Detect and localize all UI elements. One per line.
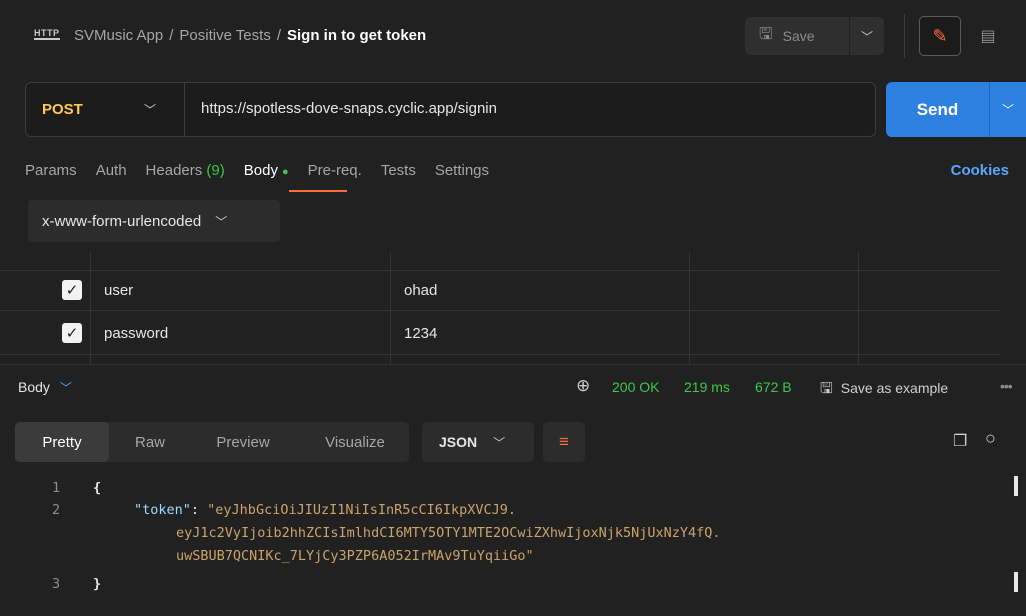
send-options-button[interactable]: ﹀ bbox=[989, 82, 1026, 137]
tab-pretty[interactable]: Pretty bbox=[15, 422, 109, 462]
param-checkbox[interactable]: ✓ bbox=[62, 323, 82, 343]
chevron-down-icon: ﹀ bbox=[1001, 103, 1014, 117]
status-code[interactable]: 200 OK bbox=[612, 379, 659, 395]
response-time[interactable]: 219 ms bbox=[684, 379, 730, 395]
cookies-link[interactable]: Cookies bbox=[951, 162, 1009, 179]
tab-preview[interactable]: Preview bbox=[193, 422, 293, 462]
breadcrumb-collection[interactable]: SVMusic App bbox=[74, 27, 163, 44]
request-title[interactable]: Sign in to get token bbox=[287, 27, 426, 44]
comments-button[interactable]: ▤ bbox=[967, 16, 1009, 56]
format-select[interactable]: JSON ﹀ bbox=[422, 422, 534, 462]
breadcrumb-folder[interactable]: Positive Tests bbox=[179, 27, 270, 44]
response-code-viewer[interactable]: 1 { 2 "token": "eyJhbGciOiJIUzI1NiIsInR5… bbox=[0, 472, 1026, 616]
line-number: 3 bbox=[52, 576, 61, 592]
response-bar: Body ﹀ ⊕ 200 OK 219 ms 672 B 🖫 Save as exa… bbox=[0, 364, 1026, 410]
tab-body-label: Body bbox=[243, 162, 278, 179]
save-options-button[interactable]: ﹀ bbox=[850, 17, 884, 55]
breadcrumb: SVMusic App / Positive Tests / Sign in to ge… bbox=[74, 27, 426, 44]
modified-dot-icon: ● bbox=[281, 166, 289, 178]
url-input[interactable] bbox=[201, 100, 841, 117]
edit-documentation-button[interactable]: ✎ bbox=[919, 16, 961, 56]
open-brace: { bbox=[93, 480, 102, 496]
response-body-toggle[interactable]: Body ﹀ bbox=[18, 379, 72, 396]
line-number: 2 bbox=[52, 502, 61, 518]
response-label: Body bbox=[18, 379, 50, 395]
json-colon: : bbox=[190, 502, 208, 518]
param-value[interactable]: ohad bbox=[404, 282, 437, 299]
tab-visualize[interactable]: Visualize bbox=[305, 422, 405, 462]
tab-prereq[interactable]: Pre-req. bbox=[308, 162, 362, 179]
code-line: uwSBUB7QCNIKc_7LYjCy3PZP6A052IrMAv9TuYqi… bbox=[176, 548, 534, 564]
param-checkbox[interactable]: ✓ bbox=[62, 280, 82, 300]
tab-headers[interactable]: Headers (9) bbox=[146, 162, 225, 179]
close-brace: } bbox=[93, 576, 102, 592]
chevron-down-icon: ﹀ bbox=[59, 381, 72, 395]
table-row bbox=[0, 270, 1001, 310]
divider bbox=[184, 83, 185, 136]
network-globe-icon[interactable]: ⊕ bbox=[576, 376, 590, 396]
format-value: JSON bbox=[439, 434, 478, 450]
tab-tests[interactable]: Tests bbox=[381, 162, 416, 179]
save-icon: 🖫 bbox=[820, 380, 833, 397]
tab-body[interactable]: Body ● bbox=[244, 162, 289, 179]
tab-params[interactable]: Params bbox=[25, 162, 77, 179]
json-key: "token" bbox=[134, 502, 191, 518]
comment-icon: ▤ bbox=[980, 28, 996, 45]
json-value: "eyJhbGciOiJIUzI1NiIsInR5cCI6IkpXVCJ9. bbox=[207, 502, 517, 518]
request-tabs: Params Auth Headers (9) Body ● Pre-req. T… bbox=[25, 162, 508, 179]
tab-settings[interactable]: Settings bbox=[435, 162, 489, 179]
save-icon: 🖫 bbox=[759, 25, 773, 43]
breadcrumb-separator: / bbox=[169, 27, 174, 44]
tab-headers-label: Headers bbox=[145, 162, 203, 179]
pencil-icon: ✎ bbox=[932, 25, 948, 46]
copy-icon[interactable]: ❐ bbox=[953, 431, 967, 451]
chevron-down-icon: ﹀ bbox=[215, 214, 228, 229]
response-view-tabs: Pretty Raw Preview Visualize bbox=[15, 422, 409, 462]
response-size[interactable]: 672 B bbox=[755, 379, 792, 395]
line-number: 1 bbox=[52, 480, 61, 496]
chevron-down-icon: ﹀ bbox=[493, 435, 506, 450]
method-select[interactable]: POST bbox=[42, 101, 83, 118]
scrollbar-marker[interactable] bbox=[1014, 476, 1018, 496]
code-line: "token": "eyJhbGciOiJIUzI1NiIsInR5cCI6Ik… bbox=[134, 502, 516, 518]
more-options-icon[interactable]: ••• bbox=[1000, 378, 1013, 394]
code-line: eyJ1c2VyIjoib2hhZCIsImlhdCI6MTY5OTY1MTE2… bbox=[176, 525, 721, 541]
headers-count: (9) bbox=[206, 162, 225, 179]
param-key[interactable]: password bbox=[104, 325, 168, 342]
tab-raw[interactable]: Raw bbox=[113, 422, 187, 462]
param-key[interactable]: user bbox=[104, 282, 133, 299]
send-button[interactable]: Send bbox=[886, 82, 989, 137]
save-label: Save bbox=[782, 28, 815, 44]
scrollbar-marker[interactable] bbox=[1014, 572, 1018, 592]
save-button[interactable]: 🖫 Save bbox=[745, 17, 849, 55]
http-request-icon: HTTP bbox=[34, 28, 60, 40]
chevron-down-icon: ﹀ bbox=[860, 29, 873, 44]
body-type-value: x-www-form-urlencoded bbox=[42, 212, 202, 230]
save-as-example-button[interactable]: 🖫 Save as example bbox=[820, 378, 948, 403]
request-header: HTTP SVMusic App / Positive Tests / Sign in … bbox=[0, 0, 1026, 74]
save-as-example-label: Save as example bbox=[840, 380, 949, 396]
param-value[interactable]: 1234 bbox=[404, 325, 437, 342]
wrap-lines-button[interactable]: ≡ bbox=[543, 422, 585, 462]
divider bbox=[904, 14, 905, 58]
tab-auth[interactable]: Auth bbox=[96, 162, 127, 179]
wrap-icon: ≡ bbox=[559, 432, 569, 451]
breadcrumb-separator: / bbox=[276, 27, 281, 44]
search-icon[interactable]: ○ bbox=[985, 428, 996, 449]
body-type-select[interactable]: x-www-form-urlencoded ﹀ bbox=[28, 200, 280, 242]
chevron-down-icon[interactable]: ﹀ bbox=[144, 101, 156, 118]
active-tab-indicator bbox=[289, 190, 347, 192]
url-bar: POST ﹀ bbox=[25, 82, 876, 137]
